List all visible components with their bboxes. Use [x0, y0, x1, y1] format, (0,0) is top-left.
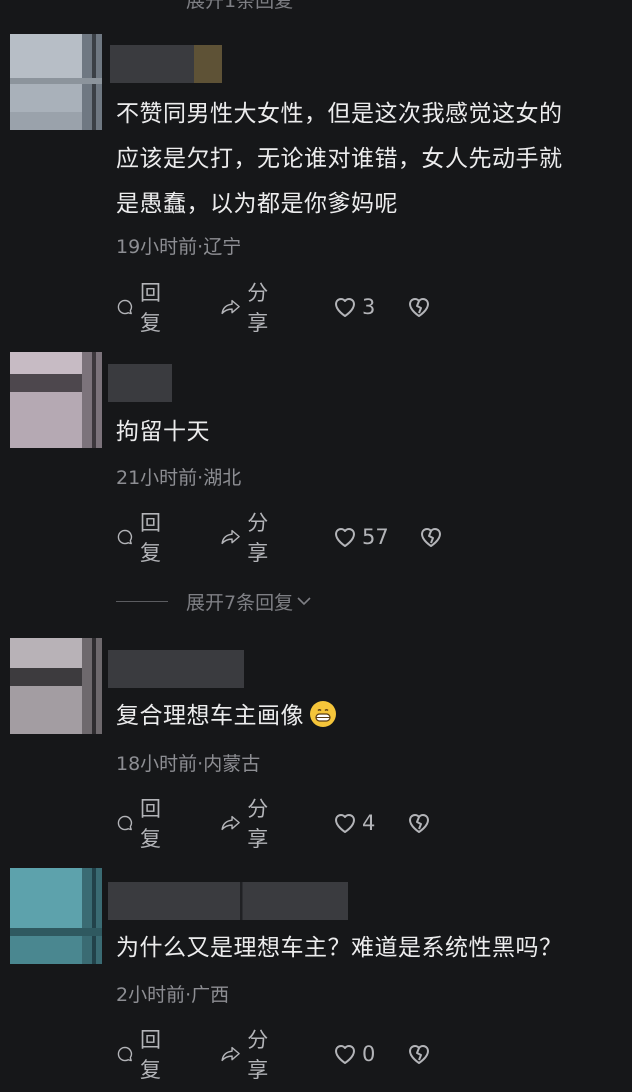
- top-expand-replies[interactable]: 展开1条回复: [186, 0, 293, 13]
- top-expand-label: 展开1条回复: [186, 0, 294, 12]
- broken-heart-icon: [409, 1045, 429, 1064]
- share-label: 分享: [247, 511, 269, 565]
- divider-line: [116, 600, 168, 602]
- heart-icon: [335, 298, 355, 317]
- broken-heart-icon: [409, 298, 429, 317]
- comment-text: 不赞同男性大女性，但是这次我感觉这女的 应该是欠打，无论谁对谁错，女人先动手就 …: [116, 101, 563, 217]
- comment-meta: 18小时前·内蒙古: [116, 753, 261, 775]
- comment-meta: 2小时前·广西: [116, 984, 230, 1006]
- comment-text: 为什么又是理想车主？难道是系统性黑吗？: [116, 935, 563, 961]
- share-label: 分享: [247, 281, 269, 335]
- expand-replies-label: 展开7条回复: [186, 591, 294, 614]
- username-blurred[interactable]: [110, 45, 222, 83]
- avatar[interactable]: [10, 638, 102, 734]
- reply-label: 回复: [139, 797, 161, 851]
- comment-text: 拘留十天: [116, 419, 210, 445]
- comment-bubble-icon: [117, 1046, 133, 1062]
- reply-label: 回复: [139, 511, 161, 565]
- comment-text: 复合理想车主画像: [116, 694, 336, 739]
- reply-button[interactable]: 回复: [116, 511, 169, 565]
- reply-label: 回复: [139, 1028, 161, 1082]
- like-count: 3: [362, 295, 376, 319]
- share-arrow-icon: [221, 1046, 240, 1062]
- expand-replies-button[interactable]: 展开7条回复: [116, 586, 313, 616]
- broken-heart-icon: [421, 528, 441, 547]
- heart-icon: [335, 814, 355, 833]
- chevron-down-icon: [297, 597, 311, 606]
- heart-icon: [335, 1045, 355, 1064]
- like-button[interactable]: 57: [332, 521, 389, 553]
- comment-bubble-icon: [117, 529, 133, 545]
- comment-bubble-icon: [117, 815, 133, 831]
- avatar[interactable]: [10, 868, 102, 964]
- like-button[interactable]: 3: [332, 291, 375, 323]
- avatar[interactable]: [10, 352, 102, 448]
- like-count: 57: [362, 525, 389, 549]
- comment-bubble-icon: [117, 299, 133, 315]
- grinning-emoji-icon: [310, 701, 336, 727]
- reply-button[interactable]: 回复: [116, 1028, 169, 1082]
- dislike-button[interactable]: [406, 807, 432, 839]
- share-label: 分享: [247, 1028, 269, 1082]
- share-button[interactable]: 分享: [220, 281, 277, 335]
- broken-heart-icon: [409, 814, 429, 833]
- comment-meta: 19小时前·辽宁: [116, 236, 242, 258]
- reply-button[interactable]: 回复: [116, 281, 169, 335]
- username-blurred[interactable]: [108, 364, 172, 402]
- like-count: 4: [362, 811, 376, 835]
- avatar[interactable]: [10, 34, 102, 130]
- reply-label: 回复: [139, 281, 161, 335]
- dislike-button[interactable]: [406, 1038, 432, 1070]
- share-label: 分享: [247, 797, 269, 851]
- comment-meta: 21小时前·湖北: [116, 467, 242, 489]
- dislike-button[interactable]: [406, 291, 432, 323]
- share-button[interactable]: 分享: [220, 511, 277, 565]
- reply-button[interactable]: 回复: [116, 797, 169, 851]
- dislike-button[interactable]: [418, 521, 444, 553]
- username-blurred[interactable]: [108, 882, 348, 920]
- like-count: 0: [362, 1042, 376, 1066]
- share-arrow-icon: [221, 529, 240, 545]
- heart-icon: [335, 528, 355, 547]
- like-button[interactable]: 0: [332, 1038, 375, 1070]
- username-blurred[interactable]: [108, 650, 244, 688]
- like-button[interactable]: 4: [332, 807, 375, 839]
- share-button[interactable]: 分享: [220, 797, 277, 851]
- share-button[interactable]: 分享: [220, 1028, 277, 1082]
- share-arrow-icon: [221, 815, 240, 831]
- share-arrow-icon: [221, 299, 240, 315]
